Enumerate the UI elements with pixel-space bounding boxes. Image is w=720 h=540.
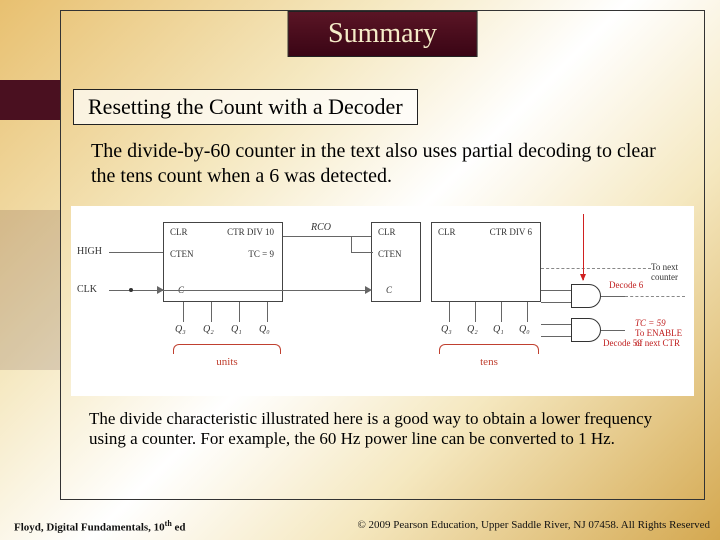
wire xyxy=(109,252,163,253)
label-tc9: TC = 9 xyxy=(248,249,274,259)
body-text-2: The divide characteristic illustrated he… xyxy=(89,409,679,450)
slide-title: Summary xyxy=(287,11,478,57)
label-nextctr: of next CTR xyxy=(635,338,680,348)
counter-block-clr: CLR CTEN C xyxy=(371,222,421,302)
label-rco: RCO xyxy=(311,222,331,233)
brace-units xyxy=(173,344,281,354)
label-clr: CLR xyxy=(170,227,188,237)
wire xyxy=(283,236,373,237)
slide-footer: Floyd, Digital Fundamentals, 10th ed © 2… xyxy=(0,519,720,534)
wire-dashed xyxy=(541,268,651,269)
label-q1b: Q₁ xyxy=(493,324,504,335)
wire xyxy=(475,302,476,322)
body-text-1: The divide-by-60 counter in the text als… xyxy=(91,139,674,189)
label-tonext2: counter xyxy=(651,272,678,282)
and-gate-icon xyxy=(571,318,601,342)
footer-left: Floyd, Digital Fundamentals, 10th ed xyxy=(14,519,186,534)
wire xyxy=(601,296,625,297)
footer-author: Floyd, Digital Fundamentals, 10 xyxy=(14,522,165,534)
wire xyxy=(541,336,571,337)
wire xyxy=(541,302,571,303)
label-cten2: CTEN xyxy=(378,249,402,259)
footer-ed: ed xyxy=(172,522,186,534)
label-units: units xyxy=(173,356,281,368)
wire xyxy=(211,302,212,322)
label-ctrdiv6: CTR DIV 6 xyxy=(490,227,532,237)
label-tc59: TC = 59 xyxy=(635,318,666,328)
label-cten: CTEN xyxy=(170,249,194,259)
counter-block-tens: CLR CTR DIV 6 xyxy=(431,222,541,302)
wire xyxy=(601,330,625,331)
wire xyxy=(109,290,369,291)
junction-dot xyxy=(129,288,133,292)
brace-tens xyxy=(439,344,539,354)
footer-sup: th xyxy=(165,519,172,528)
slide-subtitle: Resetting the Count with a Decoder xyxy=(73,89,418,125)
and-gate-icon xyxy=(571,284,601,308)
red-arrow-icon xyxy=(583,214,584,280)
wire xyxy=(541,324,571,325)
label-c2: C xyxy=(386,285,392,295)
label-high: HIGH xyxy=(77,246,102,257)
footer-right: © 2009 Pearson Education, Upper Saddle R… xyxy=(357,519,710,534)
circuit-diagram: HIGH CLK CLR CTR DIV 10 CTEN TC = 9 C RC… xyxy=(71,206,694,396)
wire xyxy=(351,252,373,253)
label-tens: tens xyxy=(439,356,539,368)
wire xyxy=(501,302,502,322)
wire xyxy=(239,302,240,322)
wire xyxy=(449,302,450,322)
label-q2: Q₂ xyxy=(203,324,214,335)
label-tonext1: To next xyxy=(651,262,678,272)
label-q0b: Q₀ xyxy=(519,324,530,335)
clock-edge-icon xyxy=(365,286,372,294)
label-q1: Q₁ xyxy=(231,324,242,335)
label-clr3: CLR xyxy=(438,227,456,237)
wire xyxy=(183,302,184,322)
label-ctrdiv10: CTR DIV 10 xyxy=(227,227,274,237)
wire xyxy=(527,302,528,322)
wire xyxy=(351,236,352,252)
label-q3b: Q₃ xyxy=(441,324,452,335)
label-decode6: Decode 6 xyxy=(609,280,643,290)
slide-frame: Summary Resetting the Count with a Decod… xyxy=(60,10,705,500)
label-clk: CLK xyxy=(77,284,97,295)
wire xyxy=(267,302,268,322)
bg-accent-block2 xyxy=(0,210,60,370)
bg-accent-block xyxy=(0,80,60,120)
wire-dashed xyxy=(625,296,685,297)
label-toenable: To ENABLE xyxy=(635,328,682,338)
label-q3: Q₃ xyxy=(175,324,186,335)
label-q0: Q₀ xyxy=(259,324,270,335)
wire xyxy=(541,290,571,291)
label-q2b: Q₂ xyxy=(467,324,478,335)
label-clr2: CLR xyxy=(378,227,396,237)
